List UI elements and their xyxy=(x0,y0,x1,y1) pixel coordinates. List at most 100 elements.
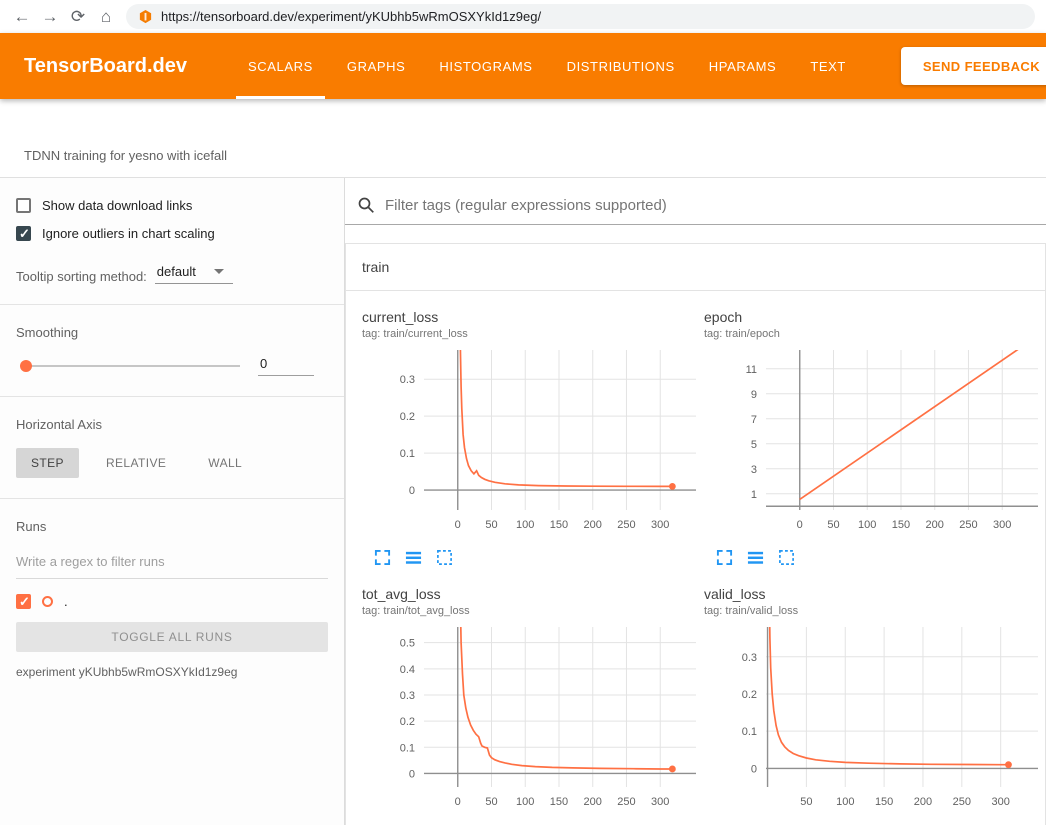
svg-text:50: 50 xyxy=(800,796,812,808)
smoothing-label: Smoothing xyxy=(16,325,328,340)
svg-text:150: 150 xyxy=(550,519,568,531)
tab-histograms[interactable]: HISTOGRAMS xyxy=(427,33,544,99)
train-tag-group-card: train current_loss tag: train/current_lo… xyxy=(345,243,1046,825)
nav-tabs: SCALARS GRAPHS HISTOGRAMS DISTRIBUTIONS … xyxy=(231,33,863,99)
address-bar[interactable]: https://tensorboard.dev/experiment/yKUbh… xyxy=(126,4,1035,29)
tab-distributions[interactable]: DISTRIBUTIONS xyxy=(555,33,687,99)
svg-text:0: 0 xyxy=(797,519,803,531)
svg-text:100: 100 xyxy=(516,796,534,808)
run-list-item: . xyxy=(16,594,328,609)
svg-text:0: 0 xyxy=(455,796,461,808)
chart-title: valid_loss xyxy=(704,586,1040,602)
chart-tot-avg-loss: tot_avg_loss tag: train/tot_avg_loss 00.… xyxy=(362,586,698,825)
smoothing-slider[interactable] xyxy=(21,365,240,367)
chart-tag: tag: train/valid_loss xyxy=(704,605,1040,617)
tab-graphs[interactable]: GRAPHS xyxy=(335,33,418,99)
tab-text[interactable]: TEXT xyxy=(798,33,858,99)
scalar-chart[interactable]: 00.10.20.30.40.5050100150200250300 xyxy=(362,623,698,821)
chart-valid-loss: valid_loss tag: train/valid_loss 00.10.2… xyxy=(704,586,1040,825)
svg-text:0.5: 0.5 xyxy=(400,638,415,650)
toggle-all-runs-button[interactable]: TOGGLE ALL RUNS xyxy=(16,622,328,652)
svg-text:0: 0 xyxy=(409,485,415,497)
expand-icon[interactable] xyxy=(374,549,391,566)
svg-text:200: 200 xyxy=(914,796,932,808)
tooltip-sorting-row: Tooltip sorting method: default xyxy=(16,264,328,284)
brand-title: TensorBoard.dev xyxy=(24,55,187,78)
run-color-icon xyxy=(42,596,53,607)
expand-icon[interactable] xyxy=(716,549,733,566)
charts-grid: current_loss tag: train/current_loss 00.… xyxy=(346,291,1045,825)
tag-group-header[interactable]: train xyxy=(346,244,1045,291)
scalars-dashboard: train current_loss tag: train/current_lo… xyxy=(345,178,1046,825)
back-icon[interactable]: ← xyxy=(8,7,36,27)
svg-text:7: 7 xyxy=(751,414,757,426)
chart-tag: tag: train/current_loss xyxy=(362,328,698,340)
fit-domain-icon[interactable] xyxy=(436,549,453,566)
svg-text:150: 150 xyxy=(892,519,910,531)
svg-text:100: 100 xyxy=(858,519,876,531)
svg-text:0.1: 0.1 xyxy=(400,742,415,754)
divider xyxy=(0,304,344,305)
chart-toolbar xyxy=(374,549,698,566)
svg-text:0.2: 0.2 xyxy=(400,411,415,423)
home-icon[interactable]: ⌂ xyxy=(92,7,120,27)
scalar-chart[interactable]: 1357911050100150200250300 xyxy=(704,346,1040,544)
chart-tag: tag: train/tot_avg_loss xyxy=(362,605,698,617)
divider xyxy=(0,396,344,397)
smoothing-value-field[interactable]: 0 xyxy=(258,356,314,376)
send-feedback-button[interactable]: SEND FEEDBACK xyxy=(901,47,1046,85)
scalar-chart[interactable]: 00.10.20.350100150200250300 xyxy=(704,623,1040,821)
ignore-outliers-label: Ignore outliers in chart scaling xyxy=(42,226,215,241)
reload-icon[interactable]: ⟳ xyxy=(64,7,92,27)
fit-domain-icon[interactable] xyxy=(778,549,795,566)
runs-filter-input[interactable] xyxy=(16,550,328,579)
show-download-links-row: Show data download links xyxy=(16,198,328,213)
tag-filter-input[interactable] xyxy=(385,197,1036,214)
tooltip-sorting-value: default xyxy=(157,264,196,279)
svg-text:9: 9 xyxy=(751,389,757,401)
horizontal-axis-buttons: STEP RELATIVE WALL xyxy=(16,448,328,478)
forward-icon[interactable]: → xyxy=(36,7,64,27)
svg-text:0.2: 0.2 xyxy=(400,716,415,728)
experiment-id-caption: experiment yKUbhb5wRmOSXYkId1z9eg xyxy=(16,665,328,679)
smoothing-slider-thumb[interactable] xyxy=(20,360,32,372)
tensorboard-page: ← → ⟳ ⌂ https://tensorboard.dev/experime… xyxy=(0,0,1046,825)
divider xyxy=(0,498,344,499)
run-checkbox[interactable] xyxy=(16,594,31,609)
show-download-links-checkbox[interactable] xyxy=(16,198,31,213)
url-text: https://tensorboard.dev/experiment/yKUbh… xyxy=(161,9,541,24)
svg-text:5: 5 xyxy=(751,439,757,451)
tooltip-sorting-select[interactable]: default xyxy=(155,264,233,284)
tag-filter-row xyxy=(345,178,1046,225)
tab-hparams[interactable]: HPARAMS xyxy=(697,33,789,99)
svg-text:50: 50 xyxy=(485,519,497,531)
svg-text:300: 300 xyxy=(992,796,1010,808)
axis-relative-button[interactable]: RELATIVE xyxy=(91,448,181,478)
horizontal-axis-label: Horizontal Axis xyxy=(16,417,328,432)
axis-wall-button[interactable]: WALL xyxy=(193,448,257,478)
axis-step-button[interactable]: STEP xyxy=(16,448,79,478)
tab-scalars[interactable]: SCALARS xyxy=(236,33,325,99)
svg-text:0.2: 0.2 xyxy=(742,689,757,701)
scalar-chart[interactable]: 00.10.20.3050100150200250300 xyxy=(362,346,698,544)
smoothing-control: 0 xyxy=(16,356,328,376)
svg-text:250: 250 xyxy=(617,519,635,531)
svg-text:200: 200 xyxy=(584,796,602,808)
settings-sidebar: Show data download links Ignore outliers… xyxy=(0,178,345,825)
svg-text:200: 200 xyxy=(584,519,602,531)
data-table-icon[interactable] xyxy=(747,549,764,566)
svg-text:11: 11 xyxy=(746,364,757,376)
svg-text:3: 3 xyxy=(751,464,757,476)
show-download-links-label: Show data download links xyxy=(42,198,192,213)
data-table-icon[interactable] xyxy=(405,549,422,566)
svg-text:0: 0 xyxy=(409,768,415,780)
svg-text:0.3: 0.3 xyxy=(742,652,757,664)
svg-text:250: 250 xyxy=(959,519,977,531)
svg-text:0.4: 0.4 xyxy=(400,664,415,676)
svg-text:0: 0 xyxy=(455,519,461,531)
svg-text:1: 1 xyxy=(751,489,757,501)
svg-text:0.1: 0.1 xyxy=(742,726,757,738)
chart-epoch: epoch tag: train/epoch 13579110501001502… xyxy=(704,309,1040,566)
runs-label: Runs xyxy=(16,519,328,534)
ignore-outliers-checkbox[interactable] xyxy=(16,226,31,241)
